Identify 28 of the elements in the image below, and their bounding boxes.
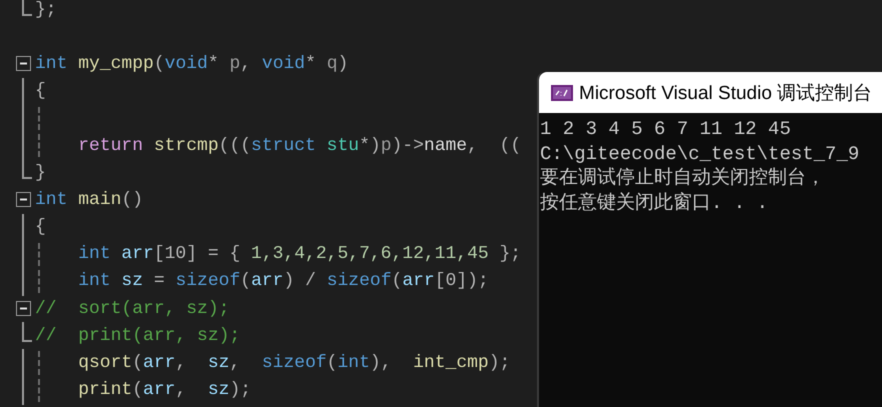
console-icon bbox=[551, 84, 573, 100]
code-line: } bbox=[35, 162, 46, 183]
code-line: { bbox=[35, 81, 46, 102]
indent-guide bbox=[38, 242, 40, 266]
code-line: int arr[10] = { 1,3,4,2,5,7,6,12,11,45 }; bbox=[78, 244, 522, 264]
indent-guide bbox=[38, 106, 40, 130]
console-output: 要在调试停止时自动关闭控制台， bbox=[540, 166, 826, 190]
console-output: C:\giteecode\c_test\test_7_9 bbox=[540, 142, 860, 166]
window-title: Microsoft Visual Studio 调试控制台 bbox=[579, 82, 872, 106]
indent-guide bbox=[38, 378, 40, 402]
indent-guide bbox=[38, 351, 40, 375]
console-output: 按任意键关闭此窗口. . . bbox=[540, 190, 770, 215]
code-line: qsort(arr, sz, sizeof(int), int_cmp); bbox=[78, 353, 510, 374]
code-line: return strcmp(((struct stu*)p)->name, (( bbox=[78, 136, 522, 156]
code-line: print(arr, sz); bbox=[78, 380, 252, 400]
code-line: int sz = sizeof(arr) / sizeof(arr[0]); bbox=[78, 271, 489, 292]
console-output: 1 2 3 4 5 6 7 11 12 45 bbox=[540, 117, 792, 142]
fold-end-line bbox=[22, 159, 32, 180]
fold-end-line bbox=[22, 0, 32, 16]
code-line: // print(arr, sz); bbox=[35, 326, 240, 346]
code-line: int my_cmpp(void* p, void* q) bbox=[35, 54, 348, 74]
code-line: }; bbox=[35, 0, 57, 20]
code-line: // sort(arr, sz); bbox=[35, 298, 230, 319]
fold-end-line bbox=[22, 322, 32, 342]
indent-guide bbox=[38, 270, 40, 294]
code-line: int main() bbox=[35, 190, 144, 210]
indent-guide bbox=[38, 134, 40, 158]
code-line: { bbox=[35, 217, 46, 238]
